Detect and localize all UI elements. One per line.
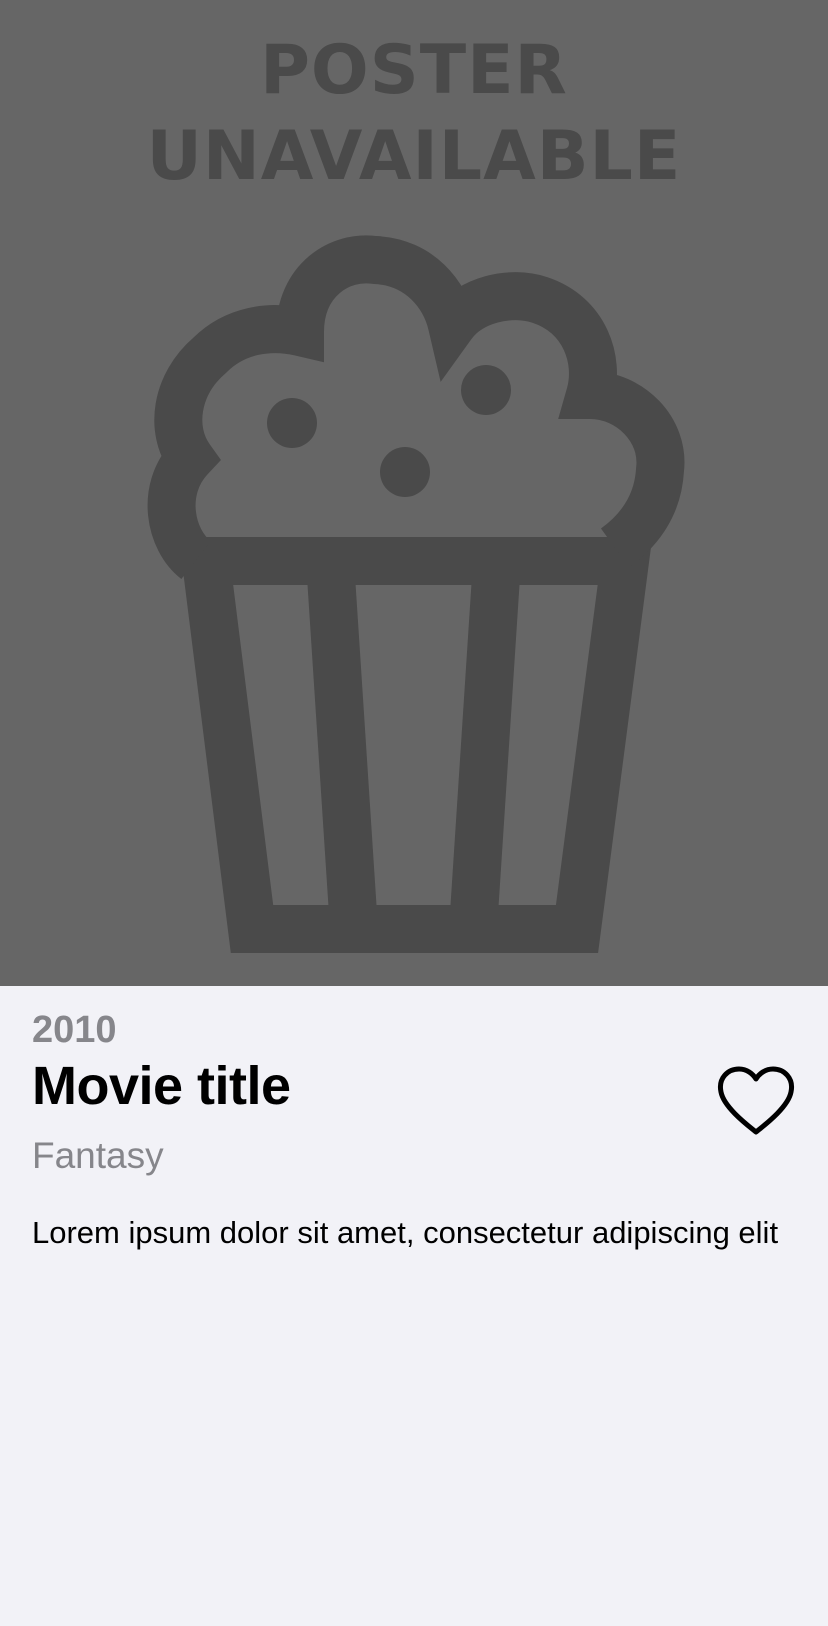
heart-outline-icon <box>717 1066 795 1135</box>
poster-placeholder: POSTER UNAVAILABLE <box>0 0 828 986</box>
release-year: 2010 <box>32 1009 117 1051</box>
movie-details: 2010 Movie title Fantasy Lorem ipsum dol… <box>0 986 828 1626</box>
favorite-button[interactable] <box>716 1066 796 1138</box>
movie-description: Lorem ipsum dolor sit amet, consectetur … <box>32 1215 779 1250</box>
movie-title: Movie title <box>32 1056 291 1116</box>
popcorn-icon <box>147 235 685 953</box>
movie-genre: Fantasy <box>32 1135 164 1176</box>
